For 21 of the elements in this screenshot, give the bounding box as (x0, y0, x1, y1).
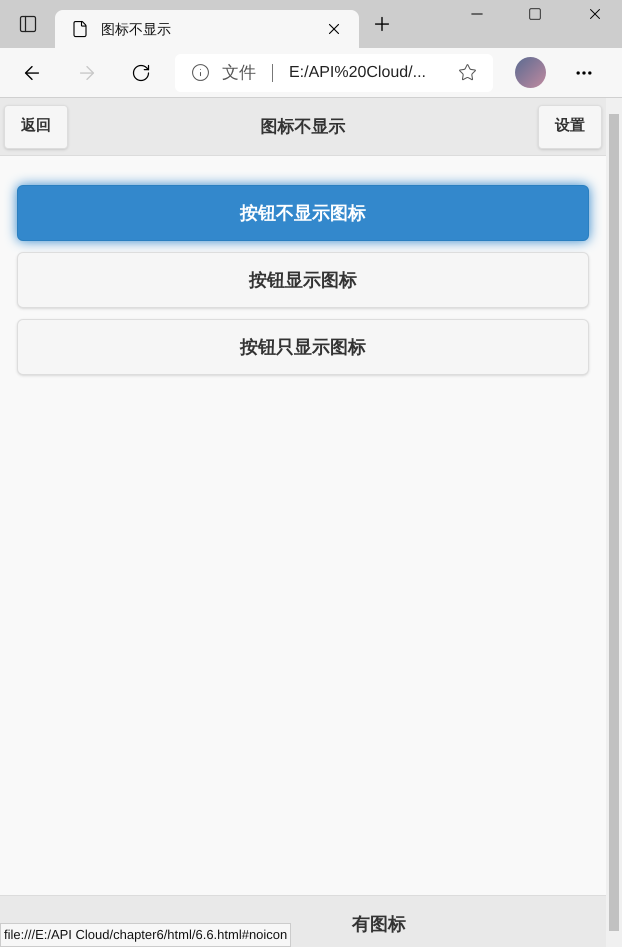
scrollbar[interactable] (606, 98, 622, 947)
page-icon (71, 20, 89, 38)
favorite-icon[interactable] (458, 63, 477, 82)
profile-avatar[interactable] (515, 57, 546, 88)
page-title: 图标不显示 (260, 116, 346, 138)
tab-title: 图标不显示 (101, 20, 172, 38)
tab-panel-icon[interactable] (18, 14, 38, 34)
list-button[interactable]: 按钮不显示图标 (17, 185, 589, 241)
settings-button[interactable]: 设置 (538, 104, 602, 148)
info-icon (191, 63, 210, 82)
address-label: 文件 (222, 62, 256, 84)
browser-tab[interactable]: 图标不显示 (55, 10, 359, 48)
status-url: file:///E:/API Cloud/chapter6/html/6.6.html#noicon (0, 923, 292, 947)
footer-title: 有图标 (352, 913, 406, 936)
list-button[interactable]: 按钮只显示图标 (17, 319, 589, 375)
list-button[interactable]: 按钮显示图标 (17, 252, 589, 308)
reload-icon[interactable] (131, 62, 151, 82)
maximize-icon[interactable] (528, 7, 542, 21)
address-field[interactable]: 文件 E:/API%20Cloud/... (175, 54, 493, 92)
back-button[interactable]: 返回 (4, 104, 68, 148)
address-text: E:/API%20Cloud/... (289, 62, 427, 82)
